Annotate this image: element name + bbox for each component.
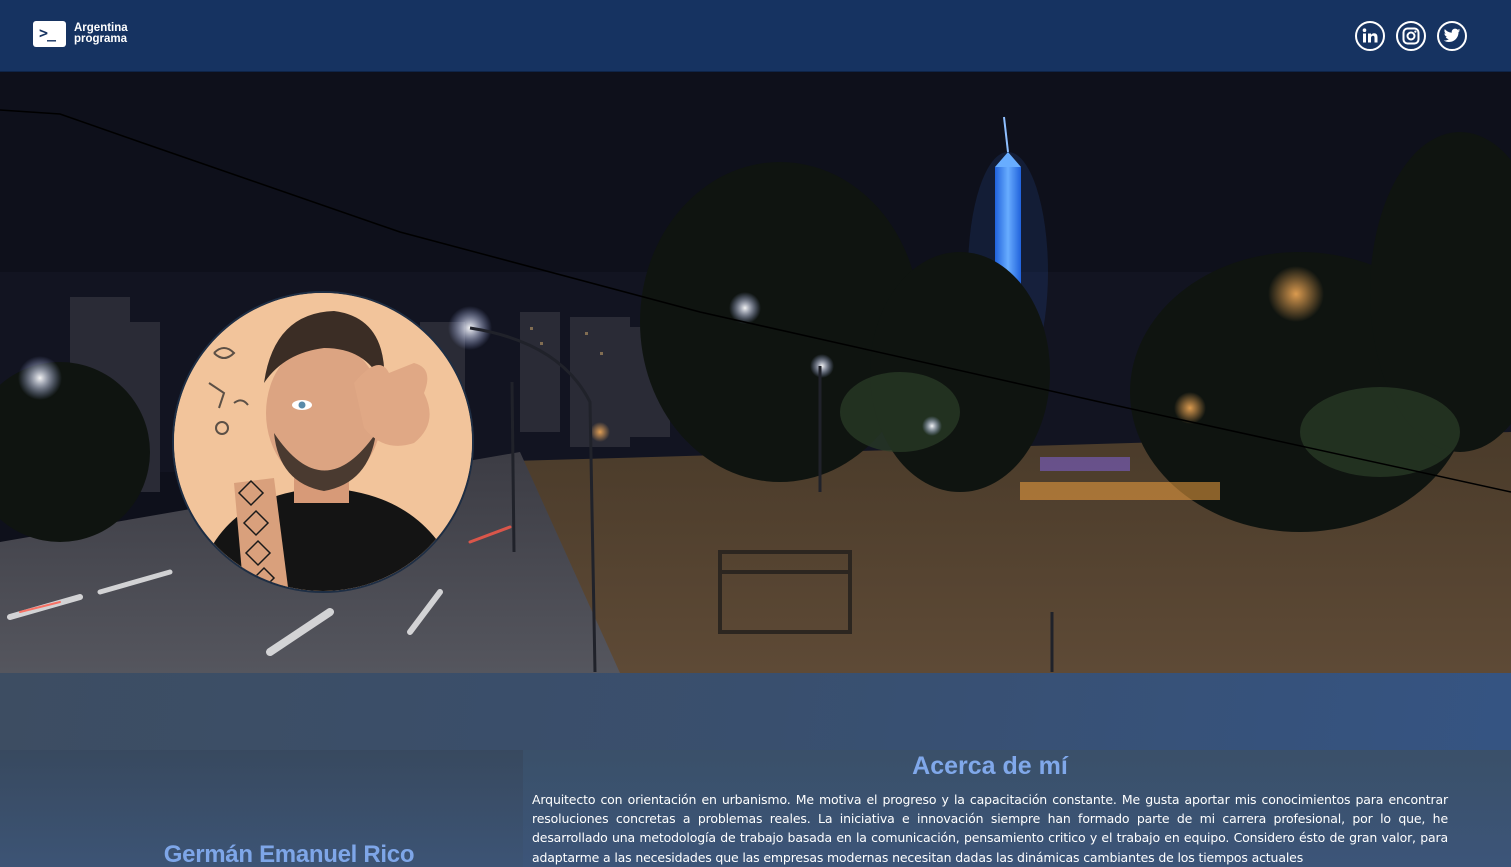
instagram-icon[interactable] [1396, 21, 1426, 51]
profile-avatar [172, 291, 474, 593]
brand-wordmark: Argentina programa [74, 22, 128, 45]
hero-banner-photo [0, 72, 1511, 673]
about-text: Arquitecto con orientación en urbanismo.… [532, 792, 1448, 865]
about-title: Acerca de mí [912, 752, 1068, 780]
brand-logo-link[interactable]: >_ Argentina programa [33, 21, 128, 47]
linkedin-icon[interactable] [1355, 21, 1385, 51]
profile-photo [174, 293, 472, 591]
top-navbar: >_ Argentina programa [0, 0, 1511, 72]
brand-line-2: programa [74, 33, 128, 45]
profile-name: Germán Emanuel Rico [163, 841, 415, 867]
twitter-icon[interactable] [1437, 21, 1467, 51]
terminal-prompt-icon: >_ [33, 21, 66, 47]
